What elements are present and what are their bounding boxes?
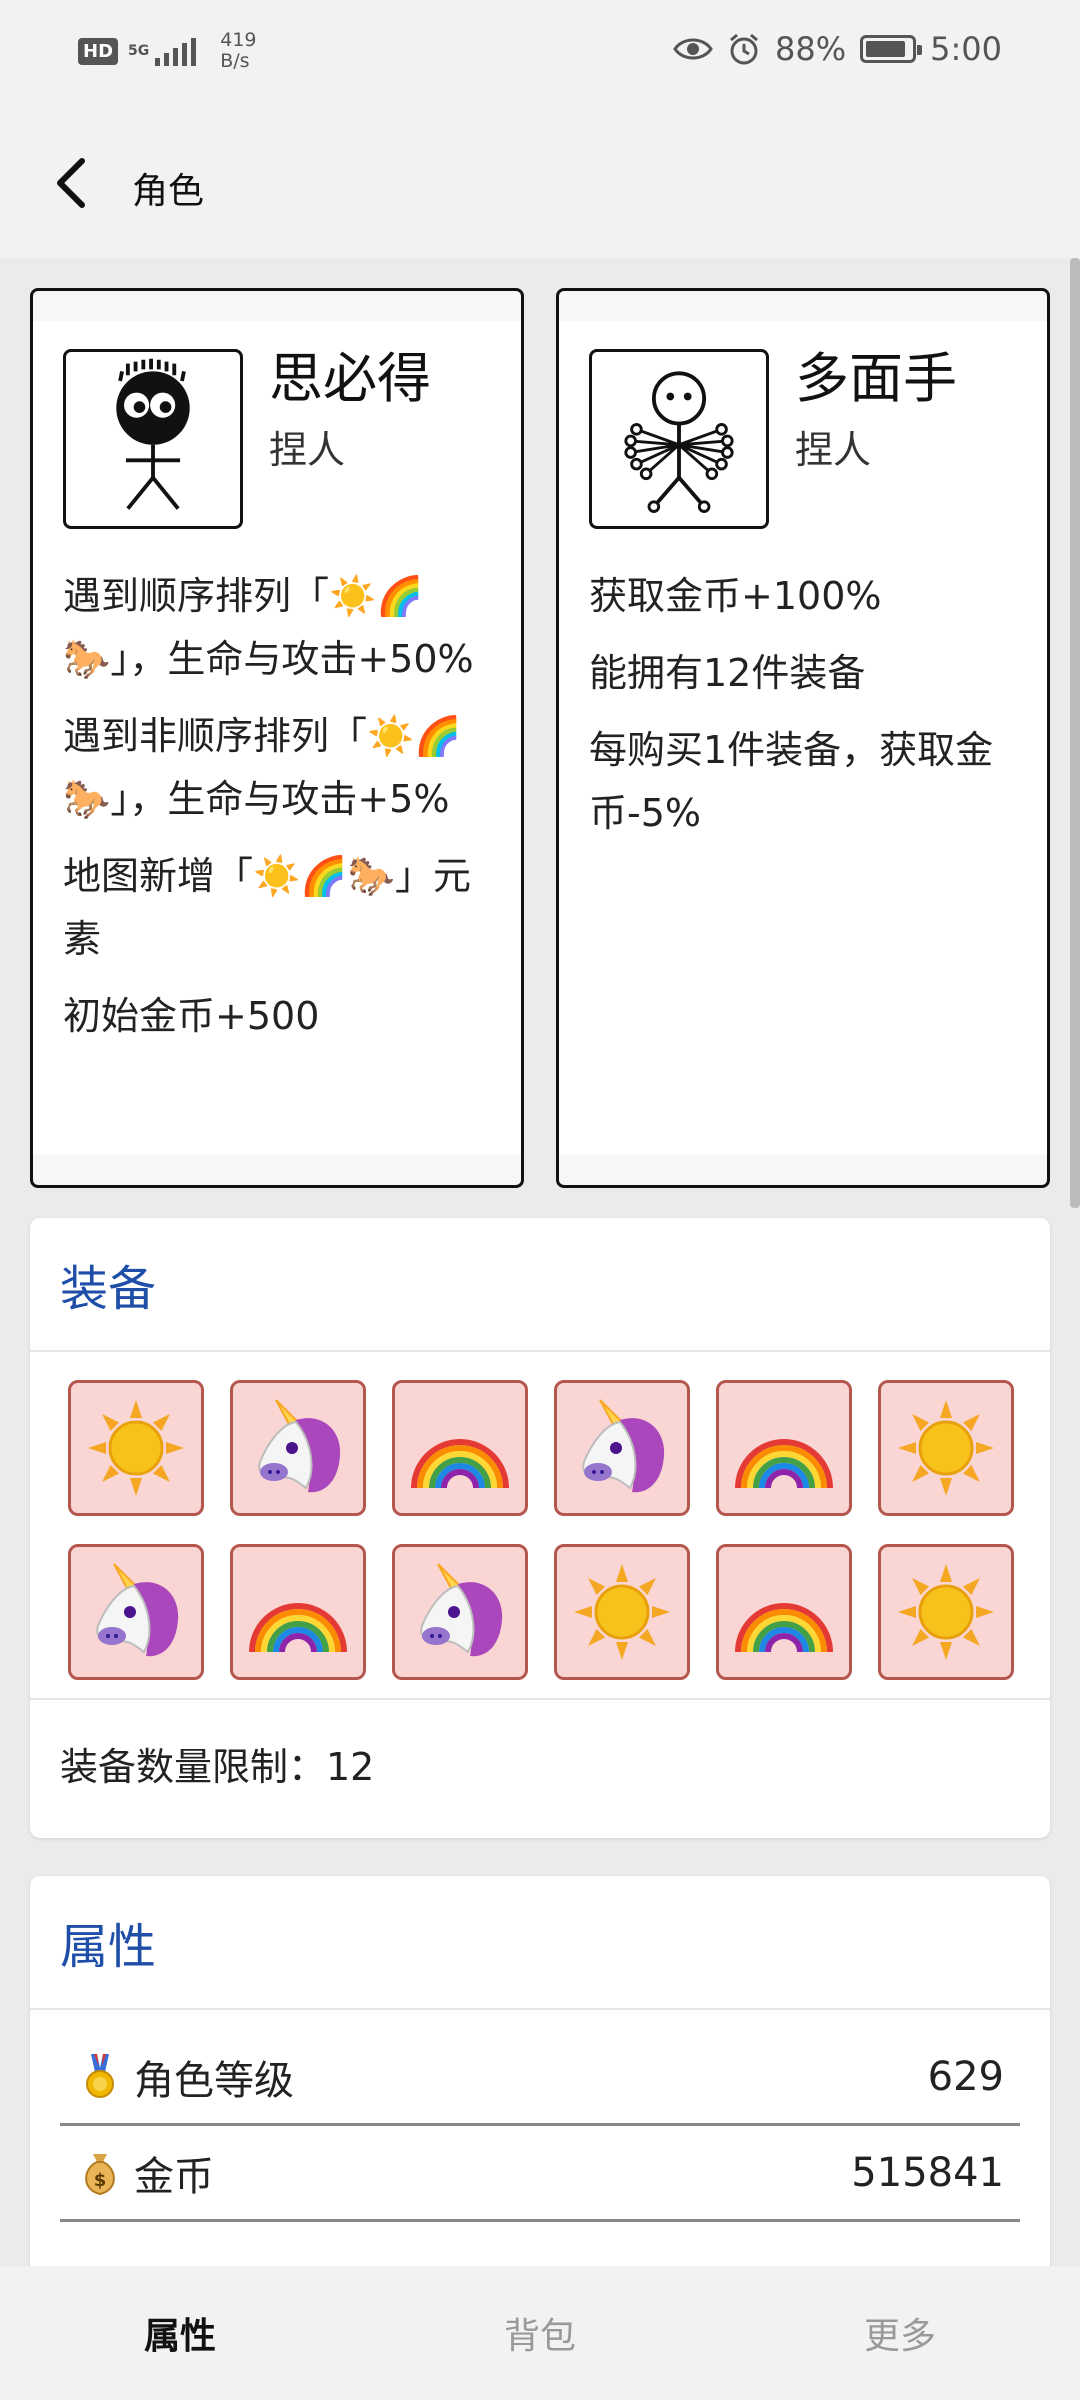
equipment-slot[interactable] <box>878 1544 1014 1680</box>
status-right: 88% 5:00 <box>673 30 1002 68</box>
eye-icon <box>673 38 713 60</box>
rainbow-icon <box>408 1396 512 1500</box>
tab-more[interactable]: 更多 <box>720 2266 1080 2400</box>
hd-badge: HD <box>78 37 119 65</box>
page-title: 角色 <box>132 171 205 212</box>
sun-icon <box>894 1560 998 1664</box>
character-card-versatile[interactable]: 多面手 捏人 获取金币+100% 能拥有12件装备 每购买1件装备，获取金币-5… <box>556 288 1050 1188</box>
scrollbar[interactable] <box>1070 258 1080 1208</box>
equipment-slot[interactable] <box>68 1380 204 1516</box>
alarm-icon <box>730 33 758 65</box>
character-avatar-black-stickman-icon <box>63 349 243 529</box>
attribute-value: 629 <box>927 2053 1004 2100</box>
character-type: 捏人 <box>795 428 872 472</box>
equipment-grid <box>30 1352 1050 1700</box>
sun-icon <box>570 1560 674 1664</box>
clock: 5:00 <box>930 30 1002 68</box>
status-bar: HD 5G 419 B/s 88% 5:00 <box>0 0 1080 108</box>
character-info: 多面手 捏人 <box>795 349 957 529</box>
speed-unit: B/s <box>220 50 250 72</box>
unicorn-icon <box>408 1560 512 1664</box>
equipment-slot[interactable] <box>392 1380 528 1516</box>
equipment-slot[interactable] <box>554 1544 690 1680</box>
trait-text: 获取金币+100% <box>589 574 882 618</box>
equipment-limit: 装备数量限制：12 <box>60 1744 375 1789</box>
signal-icon <box>155 36 197 66</box>
attributes-title: 属性 <box>30 1876 1050 2010</box>
character-info: 思必得 捏人 <box>269 349 431 529</box>
sun-icon <box>894 1396 998 1500</box>
equipment-slot[interactable] <box>392 1544 528 1680</box>
character-type: 捏人 <box>269 428 346 472</box>
app-bar: 角色 <box>0 108 1080 258</box>
character-avatar-multi-arm-stickman-icon <box>589 349 769 529</box>
battery-icon <box>860 35 923 63</box>
tab-attributes[interactable]: 属性 <box>0 2266 360 2400</box>
equipment-slot[interactable] <box>878 1380 1014 1516</box>
character-card-body: 思必得 捏人 遇到顺序排列「☀️🌈🐎」，生命与攻击+50% 遇到非顺序排列「☀️… <box>33 321 521 1155</box>
character-name: 思必得 <box>269 347 431 410</box>
character-header: 多面手 捏人 <box>589 349 1017 529</box>
rainbow-icon <box>246 1560 350 1664</box>
bottom-tab-bar: 属性 背包 更多 <box>0 2266 1080 2400</box>
network-speed: 419 B/s <box>220 30 256 72</box>
battery-level <box>866 41 905 57</box>
rainbow-icon <box>732 1396 836 1500</box>
attributes-panel: 属性 角色等级 629 $ 金币 515841 <box>30 1876 1050 2296</box>
character-card-speed[interactable]: 思必得 捏人 遇到顺序排列「☀️🌈🐎」，生命与攻击+50% 遇到非顺序排列「☀️… <box>30 288 524 1188</box>
unicorn-icon <box>246 1396 350 1500</box>
network-type: 5G <box>128 43 150 59</box>
character-card-body: 多面手 捏人 获取金币+100% 能拥有12件装备 每购买1件装备，获取金币-5… <box>559 321 1047 1155</box>
sun-icon <box>84 1396 188 1500</box>
trait-text: 初始金币+500 <box>63 994 320 1038</box>
unicorn-icon <box>570 1396 674 1500</box>
trait-text: 每购买1件装备，获取金币-5% <box>589 728 994 835</box>
battery-percent: 88% <box>775 30 847 68</box>
equipment-slot[interactable] <box>554 1380 690 1516</box>
attribute-value: 515841 <box>851 2149 1004 2196</box>
rainbow-icon <box>732 1560 836 1664</box>
medal-icon <box>76 2053 124 2100</box>
equipment-slot[interactable] <box>716 1380 852 1516</box>
equipment-slot[interactable] <box>230 1544 366 1680</box>
trait-text: 能拥有12件装备 <box>589 651 866 695</box>
attribute-label: 角色等级 <box>134 2057 294 2104</box>
attribute-row-level: 角色等级 629 <box>60 2030 1020 2126</box>
character-name: 多面手 <box>795 347 957 410</box>
tab-backpack[interactable]: 背包 <box>360 2266 720 2400</box>
attribute-label: 金币 <box>134 2153 214 2200</box>
status-left: HD 5G 419 B/s <box>78 30 257 72</box>
speed-value: 419 <box>220 29 257 51</box>
equipment-slot[interactable] <box>230 1380 366 1516</box>
svg-text:$: $ <box>94 2170 107 2191</box>
back-arrow-icon[interactable] <box>44 153 104 213</box>
trait-text: 遇到非顺序排列「☀️🌈🐎」，生命与攻击+5% <box>63 714 462 821</box>
unicorn-icon <box>84 1560 188 1664</box>
equipment-slot[interactable] <box>68 1544 204 1680</box>
trait-text: 遇到顺序排列「☀️🌈🐎」，生命与攻击+50% <box>63 574 474 681</box>
equipment-panel: 装备 装备数量限制：12 <box>30 1218 1050 1838</box>
trait-text: 地图新增「☀️🌈🐎」元素 <box>63 854 471 961</box>
character-traits: 遇到顺序排列「☀️🌈🐎」，生命与攻击+50% 遇到非顺序排列「☀️🌈🐎」，生命与… <box>63 565 491 1048</box>
equipment-title: 装备 <box>30 1218 1050 1352</box>
attribute-row-gold: $ 金币 515841 <box>60 2126 1020 2222</box>
character-header: 思必得 捏人 <box>63 349 491 529</box>
equipment-slot[interactable] <box>716 1544 852 1680</box>
character-traits: 获取金币+100% 能拥有12件装备 每购买1件装备，获取金币-5% <box>589 565 1017 845</box>
money-bag-icon: $ <box>76 2150 124 2196</box>
